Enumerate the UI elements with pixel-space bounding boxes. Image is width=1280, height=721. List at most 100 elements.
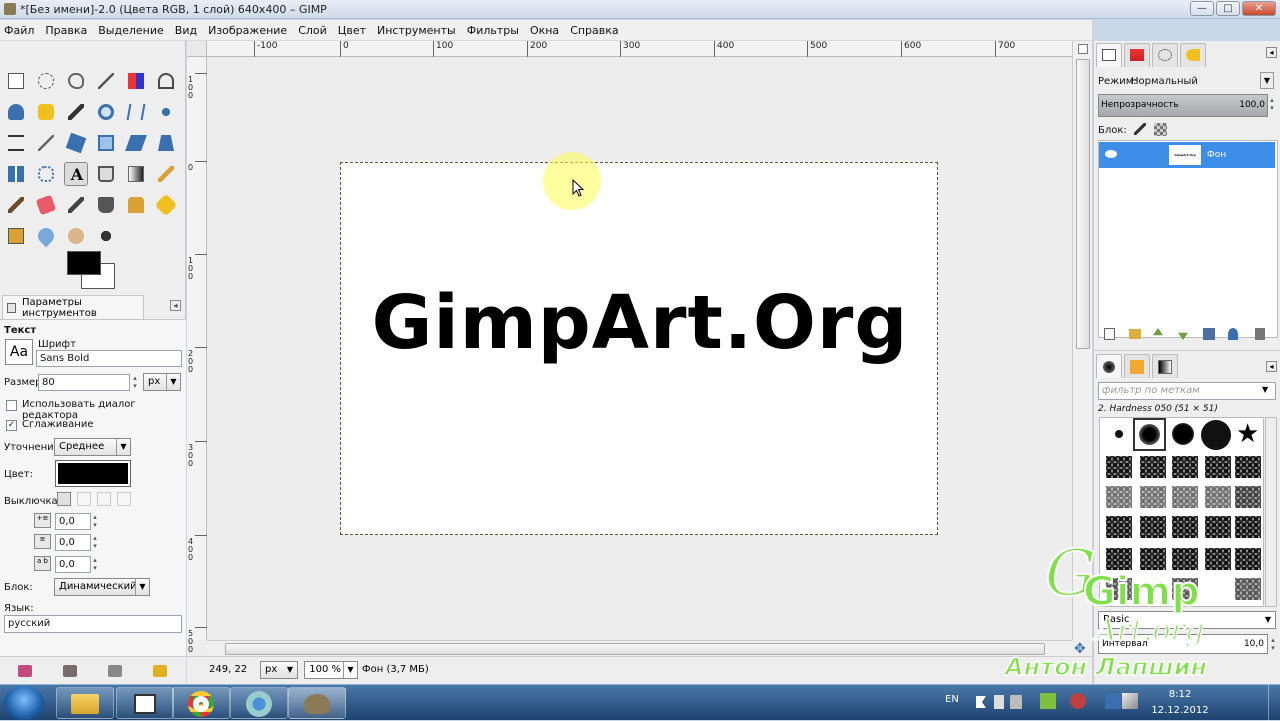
justify-fill-button[interactable]	[117, 492, 131, 506]
use-editor-checkbox[interactable]	[6, 400, 17, 411]
horizontal-ruler[interactable]: -100 0 100 200 300 400 500 600 700	[207, 41, 1072, 57]
font-preview-button[interactable]: Aa	[5, 339, 33, 365]
eraser-tool[interactable]	[34, 193, 58, 217]
window-titlebar[interactable]: *[Без имени]-2.0 (Цвета RGB, 1 слой) 640…	[0, 0, 1280, 19]
brush-item[interactable]	[1205, 456, 1231, 478]
taskbar-explorer[interactable]	[56, 687, 114, 719]
crop-tool[interactable]	[34, 131, 58, 155]
menu-image[interactable]: Изображение	[208, 24, 287, 37]
mode-dropdown-chevron-icon[interactable]: ▼	[1260, 72, 1274, 89]
dodge-burn-tool[interactable]	[94, 224, 118, 248]
clone-tool[interactable]	[124, 193, 148, 217]
perspective-clone-tool[interactable]	[4, 224, 28, 248]
lock-alpha-icon[interactable]	[1154, 123, 1167, 136]
zoom-select[interactable]: 100 % ▼	[304, 661, 358, 679]
canvas-text-layer[interactable]: GimpArt.Org	[341, 280, 939, 366]
horizontal-scrollbar[interactable]	[207, 640, 1072, 656]
anchor-layer-icon[interactable]	[1228, 328, 1238, 340]
tab-brushes[interactable]	[1096, 354, 1122, 378]
text-color-button[interactable]	[55, 460, 131, 487]
maximize-button[interactable]: □	[1216, 1, 1240, 16]
brush-tag-filter-input[interactable]: фильтр по меткам	[1098, 382, 1276, 400]
flag-icon[interactable]	[976, 696, 986, 708]
lower-layer-icon[interactable]	[1178, 332, 1188, 340]
menu-help[interactable]: Справка	[570, 24, 618, 37]
ellipse-select-tool[interactable]	[34, 69, 58, 93]
horizontal-scroll-thumb[interactable]	[225, 643, 1045, 655]
cage-transform-tool[interactable]	[34, 162, 58, 186]
raise-layer-icon[interactable]	[1153, 328, 1163, 336]
menu-select[interactable]: Выделение	[98, 24, 164, 37]
ink-tool[interactable]	[94, 193, 118, 217]
color-picker-tool[interactable]	[64, 100, 88, 124]
foreground-select-tool[interactable]	[4, 100, 28, 124]
paintbrush-tool[interactable]	[4, 193, 28, 217]
chevron-down-icon[interactable]: ▼	[1262, 385, 1268, 394]
menu-view[interactable]: Вид	[175, 24, 197, 37]
quick-mask-toggle-icon[interactable]	[1078, 44, 1088, 54]
battery-icon[interactable]	[994, 695, 1004, 709]
fuzzy-select-tool[interactable]	[94, 69, 118, 93]
tab-patterns[interactable]	[1124, 354, 1150, 378]
brush-item[interactable]	[1140, 486, 1166, 508]
menu-layer[interactable]: Слой	[298, 24, 327, 37]
dock-menu-arrow-icon[interactable]: ◂	[1266, 47, 1277, 58]
scissors-tool[interactable]	[154, 69, 178, 93]
delete-options-icon[interactable]	[108, 665, 122, 677]
size-spinner[interactable]: ▴ ▾	[131, 374, 139, 391]
clock-date[interactable]: 12.12.2012	[1137, 705, 1223, 716]
new-layer-group-icon[interactable]	[1129, 329, 1141, 339]
font-input[interactable]: Sans Bold	[36, 350, 182, 367]
blend-tool[interactable]	[124, 162, 148, 186]
minimize-button[interactable]: —	[1190, 1, 1214, 16]
brush-item[interactable]	[1172, 486, 1198, 508]
unit-select[interactable]: px ▼	[260, 661, 298, 679]
brush-item[interactable]	[1201, 420, 1231, 450]
flip-tool[interactable]	[4, 162, 28, 186]
start-button-icon[interactable]	[4, 686, 44, 720]
mode-value[interactable]: Нормальный	[1131, 76, 1198, 87]
align-tool[interactable]	[4, 131, 28, 155]
tab-undo-history[interactable]	[1180, 43, 1206, 67]
foreground-color-swatch[interactable]	[67, 251, 101, 275]
pencil-tool[interactable]	[154, 162, 178, 186]
brush-item[interactable]	[1235, 456, 1261, 478]
scale-tool[interactable]	[94, 131, 118, 155]
restore-options-icon[interactable]	[63, 665, 77, 677]
tab-paths[interactable]	[1152, 43, 1178, 67]
move-tool[interactable]	[154, 100, 178, 124]
language-input[interactable]: русский	[4, 615, 182, 633]
language-indicator[interactable]: EN	[945, 694, 959, 705]
tab-tool-options[interactable]: Параметры инструментов	[2, 295, 144, 319]
rect-select-tool[interactable]	[4, 69, 28, 93]
indent-input[interactable]: 0,0	[55, 513, 91, 530]
brush-item[interactable]	[1106, 456, 1132, 478]
brush-item[interactable]	[1172, 423, 1194, 445]
tray-app-icon[interactable]	[1010, 695, 1022, 709]
antialias-checkbox[interactable]: ✓	[6, 420, 17, 431]
blur-sharpen-tool[interactable]	[34, 224, 58, 248]
taskbar-gimp[interactable]	[288, 687, 346, 719]
airbrush-tool[interactable]	[64, 193, 88, 217]
new-layer-icon[interactable]	[1104, 328, 1115, 340]
menu-windows[interactable]: Окна	[530, 24, 559, 37]
taskbar-chrome2[interactable]	[230, 687, 288, 719]
menu-edit[interactable]: Правка	[45, 24, 87, 37]
brush-item[interactable]	[1205, 486, 1231, 508]
opacity-slider[interactable]: Непрозрачность 100,0	[1098, 94, 1268, 117]
layer-name[interactable]: Фон	[1207, 150, 1226, 160]
brush-item[interactable]	[1106, 486, 1132, 508]
tab-menu-arrow-icon[interactable]: ◂	[170, 300, 181, 311]
show-desktop-button[interactable]	[1268, 685, 1280, 721]
tray-app3-icon[interactable]	[1070, 693, 1086, 709]
menu-color[interactable]: Цвет	[338, 24, 366, 37]
tab-gradients[interactable]	[1152, 354, 1178, 378]
bucket-fill-tool[interactable]	[94, 162, 118, 186]
delete-layer-icon[interactable]	[1255, 328, 1265, 340]
letter-spacing-input[interactable]: 0,0	[55, 556, 91, 573]
select-by-color-tool[interactable]	[124, 69, 148, 93]
vertical-scroll-thumb[interactable]	[1076, 59, 1090, 349]
rotate-tool[interactable]	[64, 131, 88, 155]
close-button[interactable]: ✕	[1242, 1, 1276, 16]
taskbar-app2[interactable]	[116, 687, 174, 719]
